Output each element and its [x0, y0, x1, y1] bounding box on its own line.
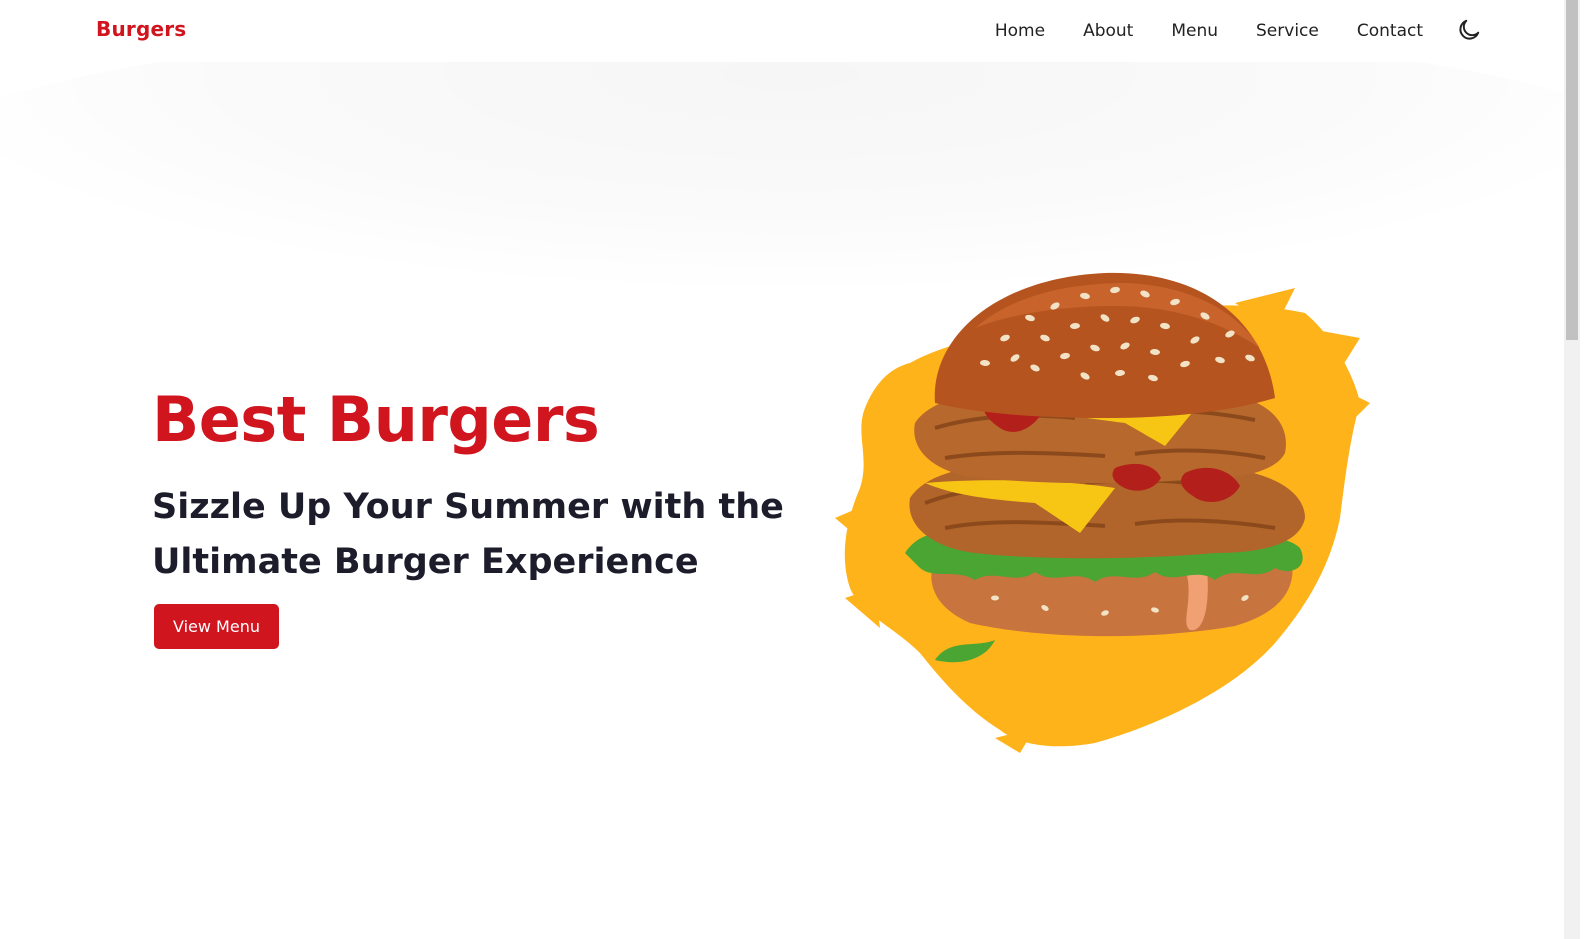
scrollbar[interactable] — [1564, 0, 1580, 939]
nav-service[interactable]: Service — [1256, 21, 1319, 41]
moon-icon — [1459, 19, 1480, 40]
theme-toggle-button[interactable] — [1456, 17, 1482, 43]
nav-home[interactable]: Home — [995, 21, 1045, 41]
main-nav: Home About Menu Service Contact — [995, 0, 1423, 62]
hero-title: Best Burgers — [152, 383, 600, 456]
view-menu-button[interactable]: View Menu — [154, 604, 279, 649]
page: Burgers Home About Menu Service Contact … — [0, 0, 1580, 939]
scrollbar-thumb[interactable] — [1566, 0, 1578, 340]
hero-subtitle: Sizzle Up Your Summer with the Ultimate … — [152, 487, 784, 582]
site-header: Burgers Home About Menu Service Contact — [0, 0, 1580, 62]
nav-menu[interactable]: Menu — [1171, 21, 1218, 41]
burger-illustration — [835, 272, 1370, 753]
brand-logo[interactable]: Burgers — [96, 17, 186, 41]
nav-about[interactable]: About — [1083, 21, 1133, 41]
nav-contact[interactable]: Contact — [1357, 21, 1423, 41]
